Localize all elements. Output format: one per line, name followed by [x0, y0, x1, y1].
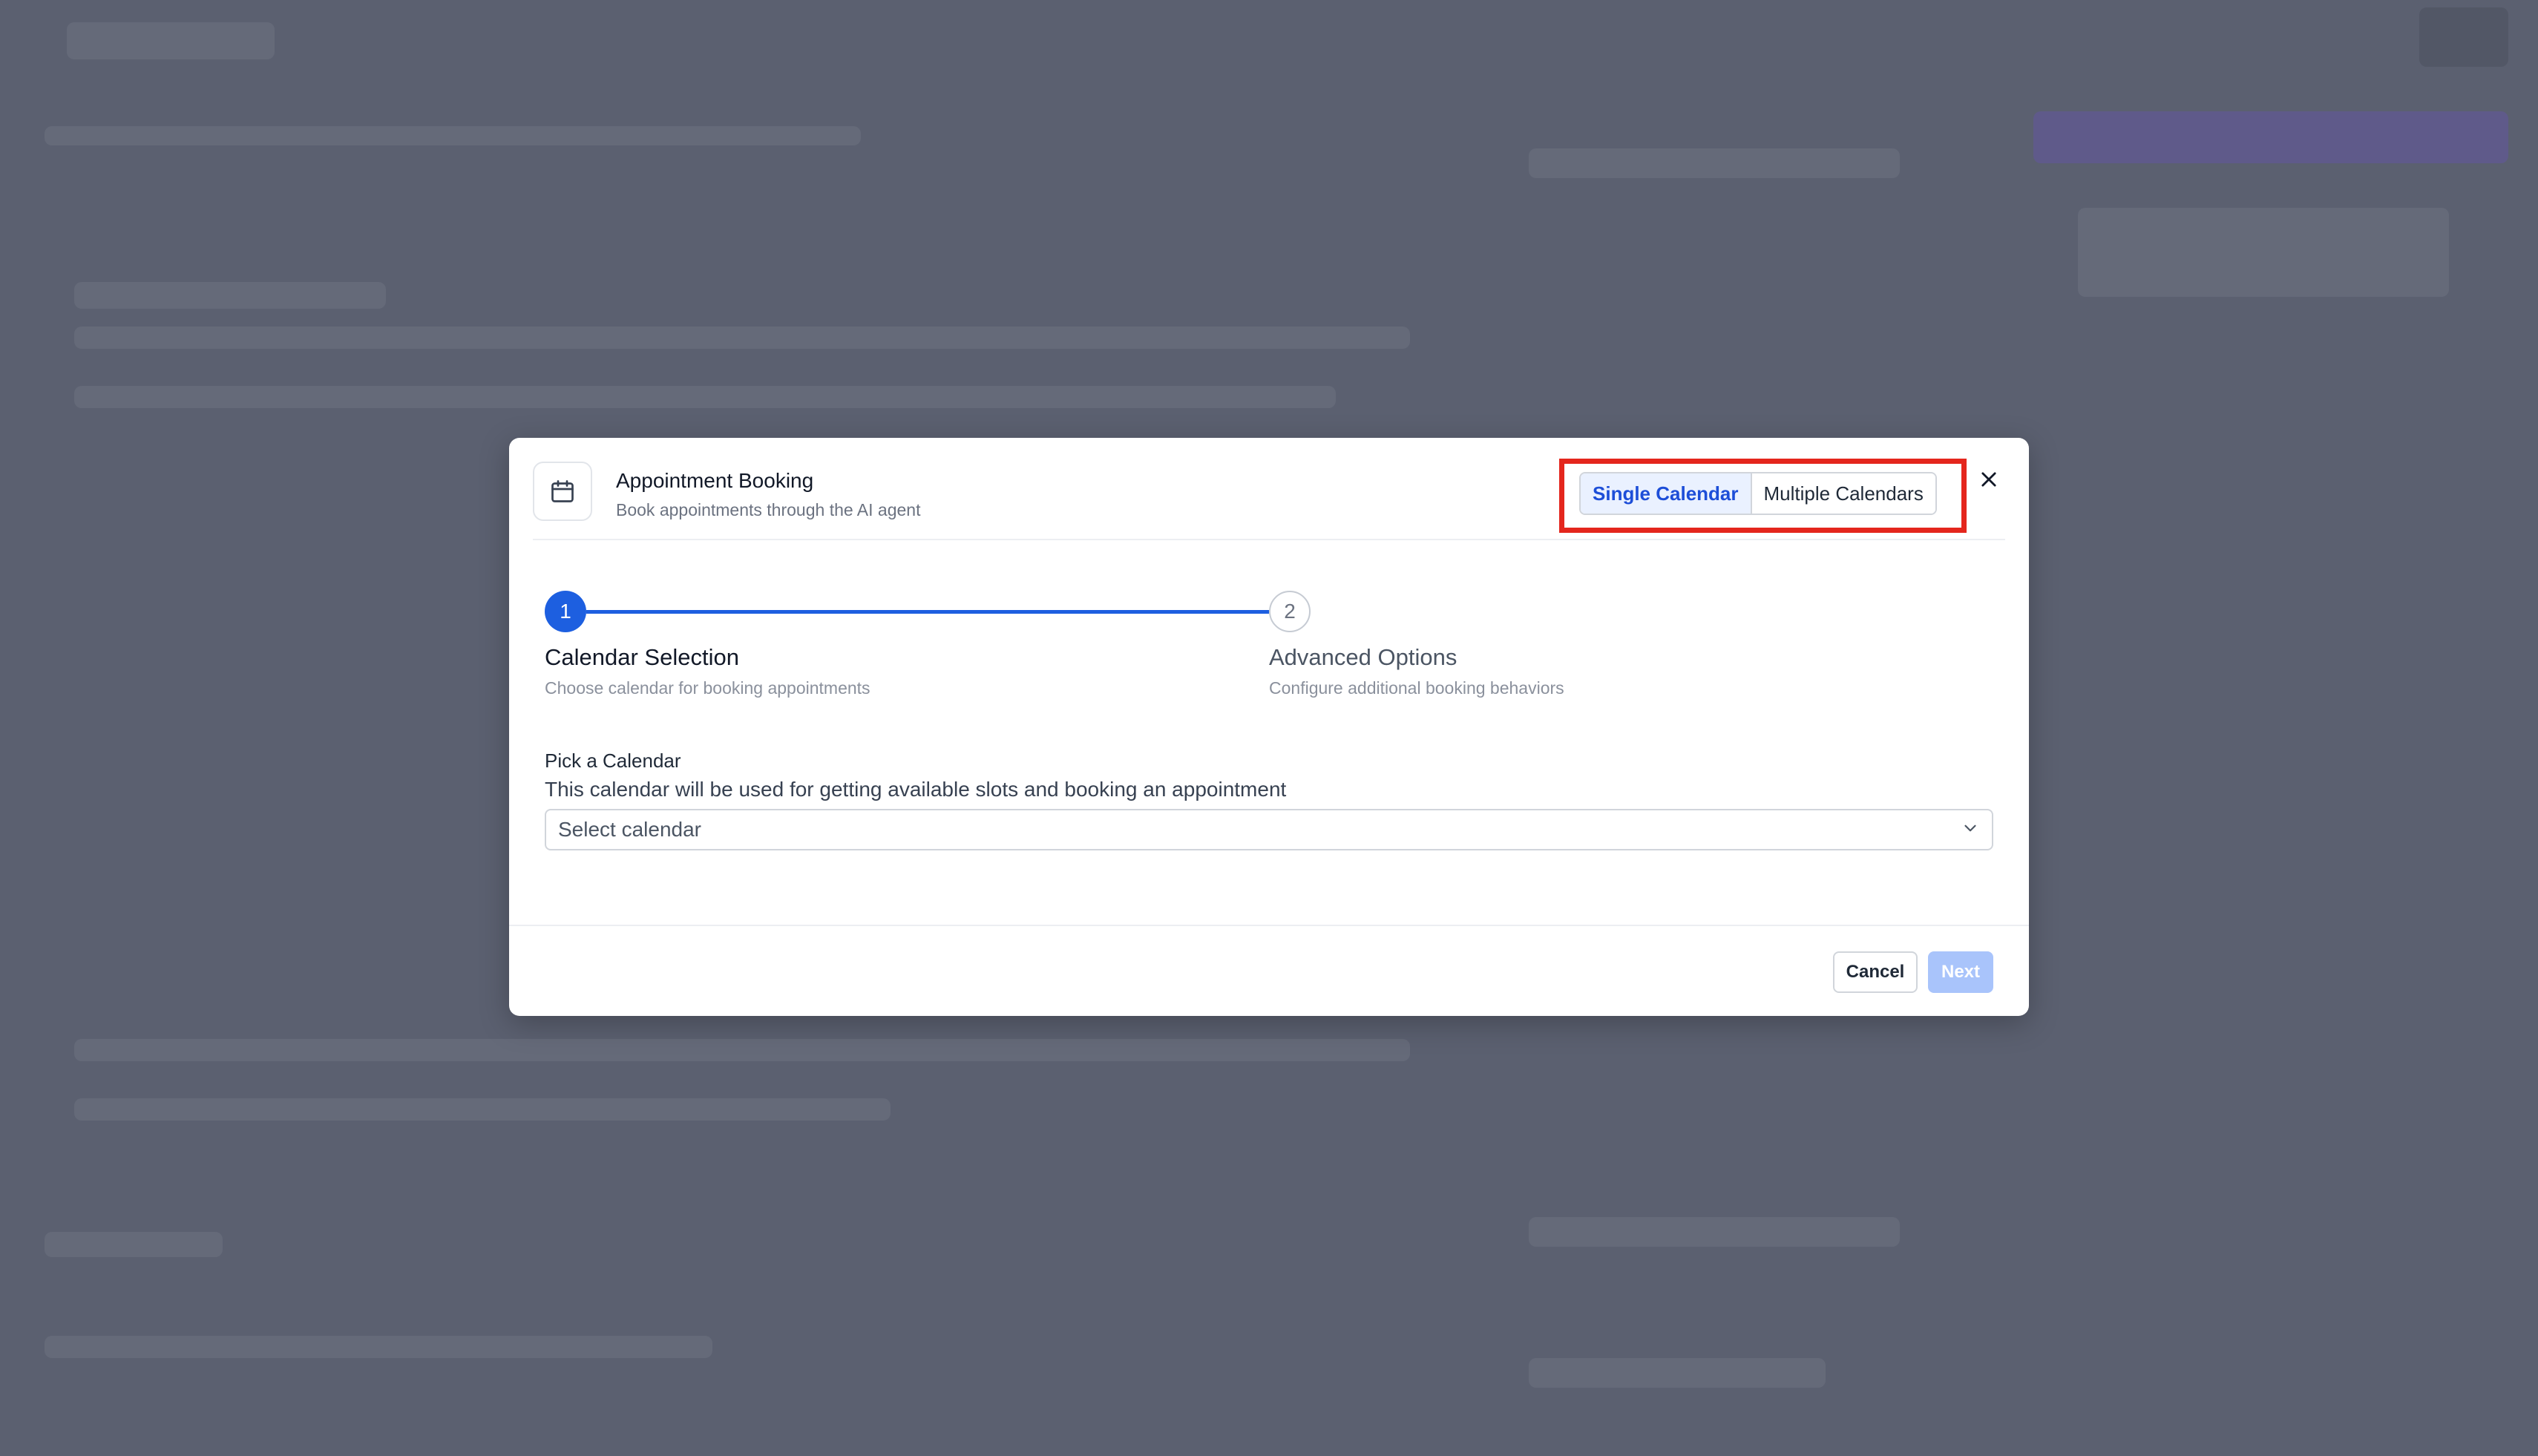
step-2-indicator: 2 [1269, 591, 1311, 632]
chevron-down-icon [1961, 819, 1980, 842]
background-banner [2033, 111, 2508, 163]
background-text-line [74, 327, 1410, 349]
step-2-description: Configure additional booking behaviors [1269, 678, 1564, 698]
step-1-title: Calendar Selection [545, 644, 739, 670]
modal-subtitle: Book appointments through the AI agent [616, 500, 921, 519]
close-icon[interactable] [1974, 465, 2004, 494]
stepper-progress-line [586, 610, 1269, 614]
background-text-line [74, 1098, 891, 1121]
background-nav-row [45, 126, 861, 145]
background-logo [67, 22, 275, 59]
stepper: 1 2 Calendar Selection Choose calendar f… [545, 591, 1993, 709]
modal-title: Appointment Booking [616, 469, 814, 492]
cancel-button[interactable]: Cancel [1833, 951, 1918, 993]
background-avatar [2419, 7, 2508, 67]
background-heading [74, 282, 386, 309]
appointment-booking-modal: Appointment Booking Book appointments th… [509, 438, 2029, 1016]
next-button[interactable]: Next [1928, 951, 1993, 993]
step-1-description: Choose calendar for booking appointments [545, 678, 870, 698]
background-panel-row [1529, 1217, 1900, 1247]
background-panel-row [1529, 1358, 1826, 1388]
calendar-select[interactable]: Select calendar [545, 809, 1993, 850]
modal-footer: Cancel Next [509, 925, 2029, 1017]
pick-calendar-help-text: This calendar will be used for getting a… [545, 778, 1287, 801]
step-2-title: Advanced Options [1269, 644, 1457, 670]
background-text-line [74, 386, 1336, 408]
single-calendar-toggle[interactable]: Single Calendar [1581, 473, 1751, 514]
calendar-mode-toggle: Single Calendar Multiple Calendars [1579, 472, 1937, 515]
calendar-select-placeholder: Select calendar [558, 818, 702, 841]
background-text-line [74, 1039, 1410, 1061]
multiple-calendars-toggle[interactable]: Multiple Calendars [1750, 473, 1935, 514]
background-card [2078, 208, 2449, 297]
background-heading [45, 1232, 223, 1257]
background-text-line [45, 1336, 712, 1358]
pick-calendar-label: Pick a Calendar [545, 750, 681, 772]
step-1-indicator: 1 [545, 591, 586, 632]
background-panel-row [1529, 148, 1900, 178]
calendar-icon [533, 462, 592, 521]
